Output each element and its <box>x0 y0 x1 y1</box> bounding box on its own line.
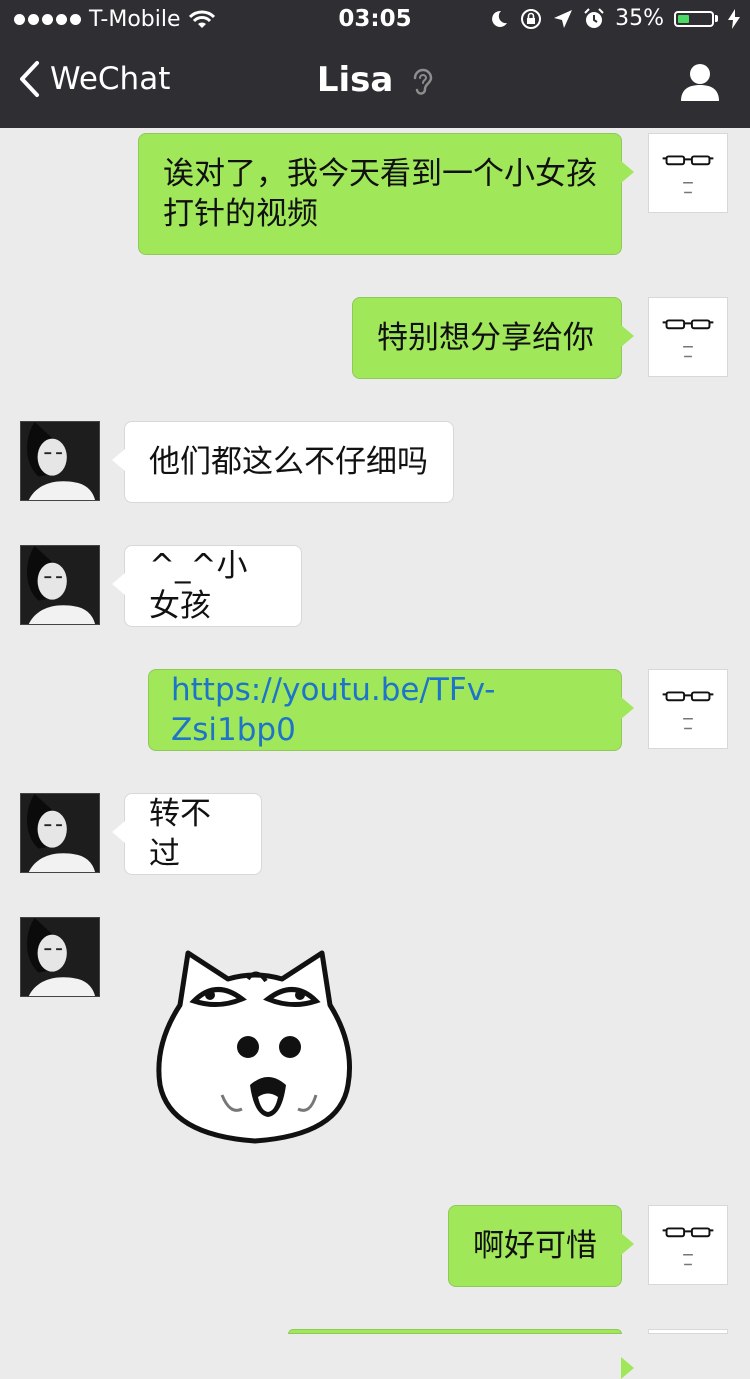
message-text: ^_^小女孩 <box>149 548 248 624</box>
cat-face-sticker[interactable] <box>150 945 360 1145</box>
earpiece-mode-icon <box>413 68 433 95</box>
woman-portrait-avatar-icon <box>21 422 99 500</box>
person-icon <box>681 64 719 101</box>
my-avatar[interactable] <box>648 669 728 749</box>
my-avatar-partial[interactable] <box>648 1329 728 1334</box>
charging-bolt-icon <box>728 8 740 29</box>
message-text: 转不过 <box>149 796 211 872</box>
lisa-avatar[interactable] <box>20 793 100 873</box>
woman-portrait-avatar-icon <box>21 918 99 996</box>
message-bubble-outgoing[interactable]: 啊好可惜 <box>448 1205 634 1287</box>
my-avatar[interactable] <box>648 133 728 213</box>
chat-title: Lisa <box>0 60 750 100</box>
message-link[interactable]: https://youtu.be/TFv-Zsi1bp0 <box>171 670 599 750</box>
alarm-icon <box>584 7 604 28</box>
message-text: 诶对了，我今天看到一个小女孩打针的视频 <box>163 156 597 232</box>
my-avatar[interactable] <box>648 297 728 377</box>
message-bubble-incoming[interactable]: 转不过 <box>112 793 262 875</box>
lisa-avatar[interactable] <box>20 545 100 625</box>
do-not-disturb-icon <box>492 10 508 27</box>
message-bubble-outgoing[interactable]: 特别想分享给你 <box>352 297 634 379</box>
my-avatar[interactable] <box>648 1205 728 1285</box>
glasses-face-avatar-icon <box>662 319 714 358</box>
chat-title-text: Lisa <box>316 60 394 100</box>
message-bubble-outgoing-partial[interactable] <box>288 1329 634 1379</box>
location-arrow-icon <box>554 9 573 28</box>
woman-portrait-avatar-icon <box>21 794 99 872</box>
message-bubble-incoming[interactable]: ^_^小女孩 <box>112 545 302 627</box>
orientation-lock-icon <box>521 8 542 29</box>
battery-icon <box>674 10 718 27</box>
woman-portrait-avatar-icon <box>21 546 99 624</box>
lisa-avatar[interactable] <box>20 421 100 501</box>
top-bar: T-Mobile 03:05 35% WeChat Lisa <box>0 0 750 128</box>
battery-fill <box>678 14 690 23</box>
battery-percent: 35% <box>615 6 664 31</box>
message-text: 啊好可惜 <box>473 1228 597 1264</box>
glasses-face-avatar-icon <box>662 155 714 194</box>
status-bar: T-Mobile 03:05 35% <box>0 0 750 40</box>
message-text: 特别想分享给你 <box>377 320 594 356</box>
message-text: 他们都这么不仔细吗 <box>149 444 428 480</box>
message-bubble-incoming[interactable]: 他们都这么不仔细吗 <box>112 421 454 503</box>
navigation-bar: WeChat Lisa <box>0 40 750 128</box>
glasses-face-avatar-icon <box>662 1227 714 1266</box>
message-bubble-outgoing[interactable]: https://youtu.be/TFv-Zsi1bp0 <box>148 669 634 751</box>
message-bubble-outgoing[interactable]: 诶对了，我今天看到一个小女孩打针的视频 <box>138 133 634 255</box>
cat-face-sticker-icon <box>156 950 353 1144</box>
glasses-face-avatar-icon <box>662 691 714 730</box>
lisa-avatar[interactable] <box>20 917 100 997</box>
profile-button[interactable] <box>680 62 720 106</box>
